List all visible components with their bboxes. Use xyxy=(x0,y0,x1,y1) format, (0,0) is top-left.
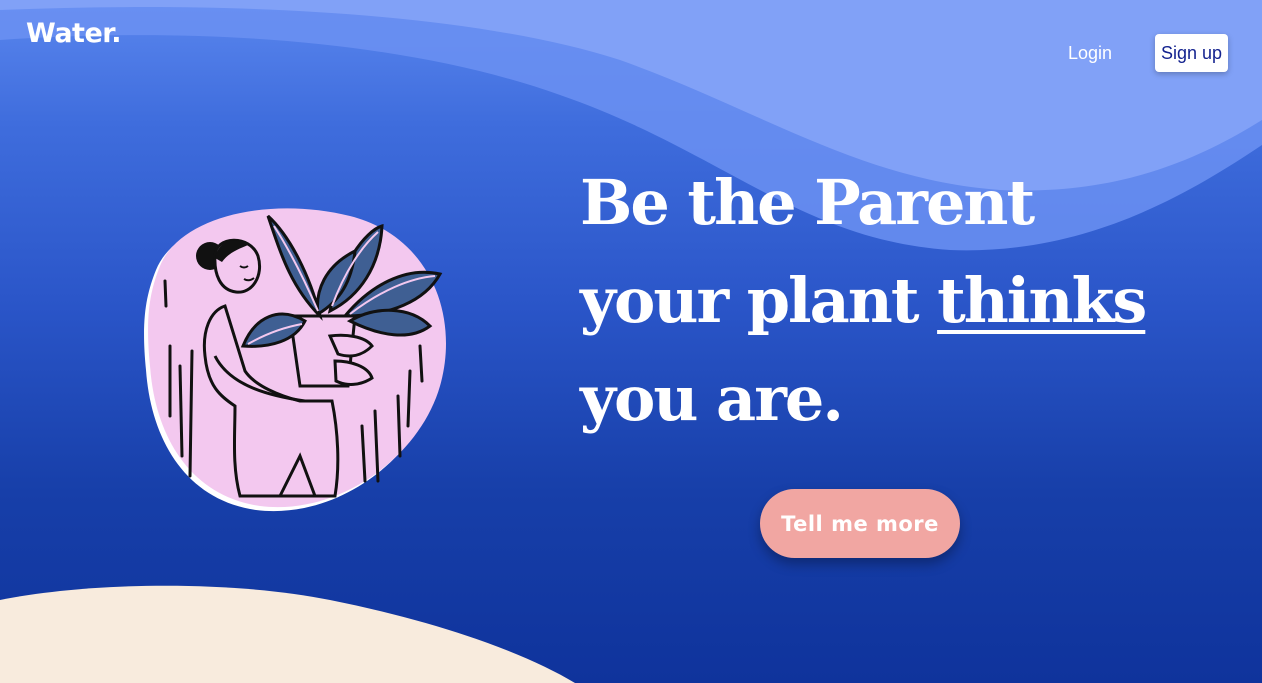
headline-line-2: your plant thinks xyxy=(580,252,1147,350)
login-link[interactable]: Login xyxy=(1068,43,1112,64)
headline-line-2-text: your plant xyxy=(580,264,938,337)
brand-logo[interactable]: Water. xyxy=(26,18,121,49)
person-holding-plant-illustration xyxy=(144,208,446,512)
signup-button[interactable]: Sign up xyxy=(1155,34,1228,72)
hero-headline: Be the Parent your plant thinks you are. xyxy=(580,154,1147,448)
headline-emphasis: thinks xyxy=(937,264,1147,337)
headline-line-1: Be the Parent xyxy=(580,166,1035,239)
headline-line-3: you are. xyxy=(580,362,844,435)
tell-me-more-button[interactable]: Tell me more xyxy=(760,489,960,558)
